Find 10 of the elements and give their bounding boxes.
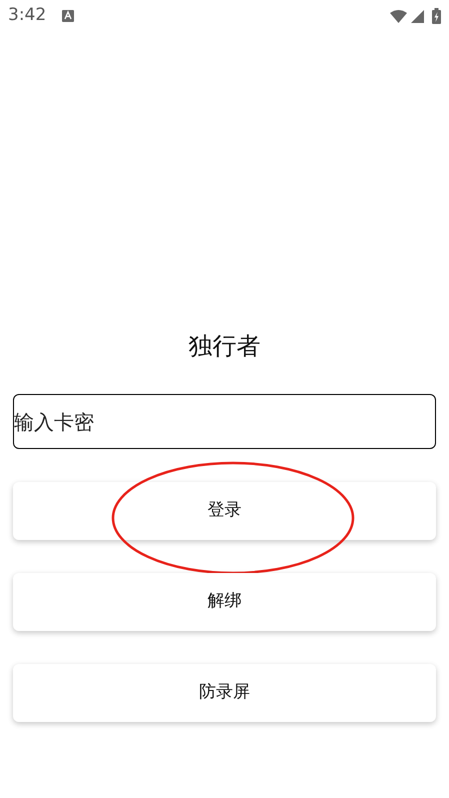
action-button[interactable]: 防录屏 [13,664,436,722]
signal-icon [411,10,424,22]
action-button[interactable]: 登录 [13,482,436,540]
action-button[interactable]: 解绑 [13,573,436,631]
keyboard-app-icon [62,10,74,22]
app-title: 独行者 [188,331,260,362]
status-time: 3:42 [8,4,46,28]
card-key-field[interactable]: 输入卡密 [13,394,436,449]
wifi-icon [390,10,407,22]
battery-icon [432,8,441,24]
